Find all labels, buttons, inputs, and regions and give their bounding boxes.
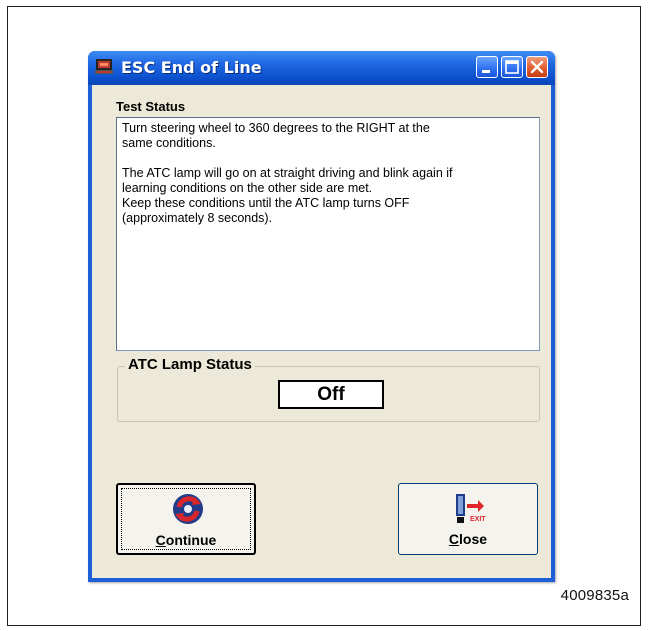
window-client-area: Test Status Turn steering wheel to 360 d… [92,85,551,578]
minimize-button[interactable] [476,56,498,78]
continue-button[interactable]: Continue [116,483,256,555]
esc-end-of-line-window: ESC End of Line Test Status Turn steerin… [88,51,555,582]
title-bar[interactable]: ESC End of Line [88,51,555,85]
exit-icon: EXIT [456,494,486,523]
close-window-button[interactable] [526,56,548,78]
continue-button-label: Continue [155,532,217,548]
atc-lamp-status-value: Off [278,380,384,409]
atc-lamp-status-label: ATC Lamp Status [125,356,255,373]
close-button[interactable]: EXIT Close [398,483,538,555]
window-title: ESC End of Line [121,58,262,77]
app-icon [95,59,113,74]
close-button-label: Close [448,531,488,547]
test-status-label: Test Status [116,99,186,114]
maximize-icon [505,60,519,74]
test-status-textbox[interactable]: Turn steering wheel to 360 degrees to th… [116,117,540,351]
refresh-icon [173,494,203,524]
figure-id: 4009835a [560,587,629,604]
svg-text:EXIT: EXIT [470,516,486,523]
close-icon [530,60,544,74]
maximize-button[interactable] [501,56,523,78]
minimize-icon [482,70,490,73]
